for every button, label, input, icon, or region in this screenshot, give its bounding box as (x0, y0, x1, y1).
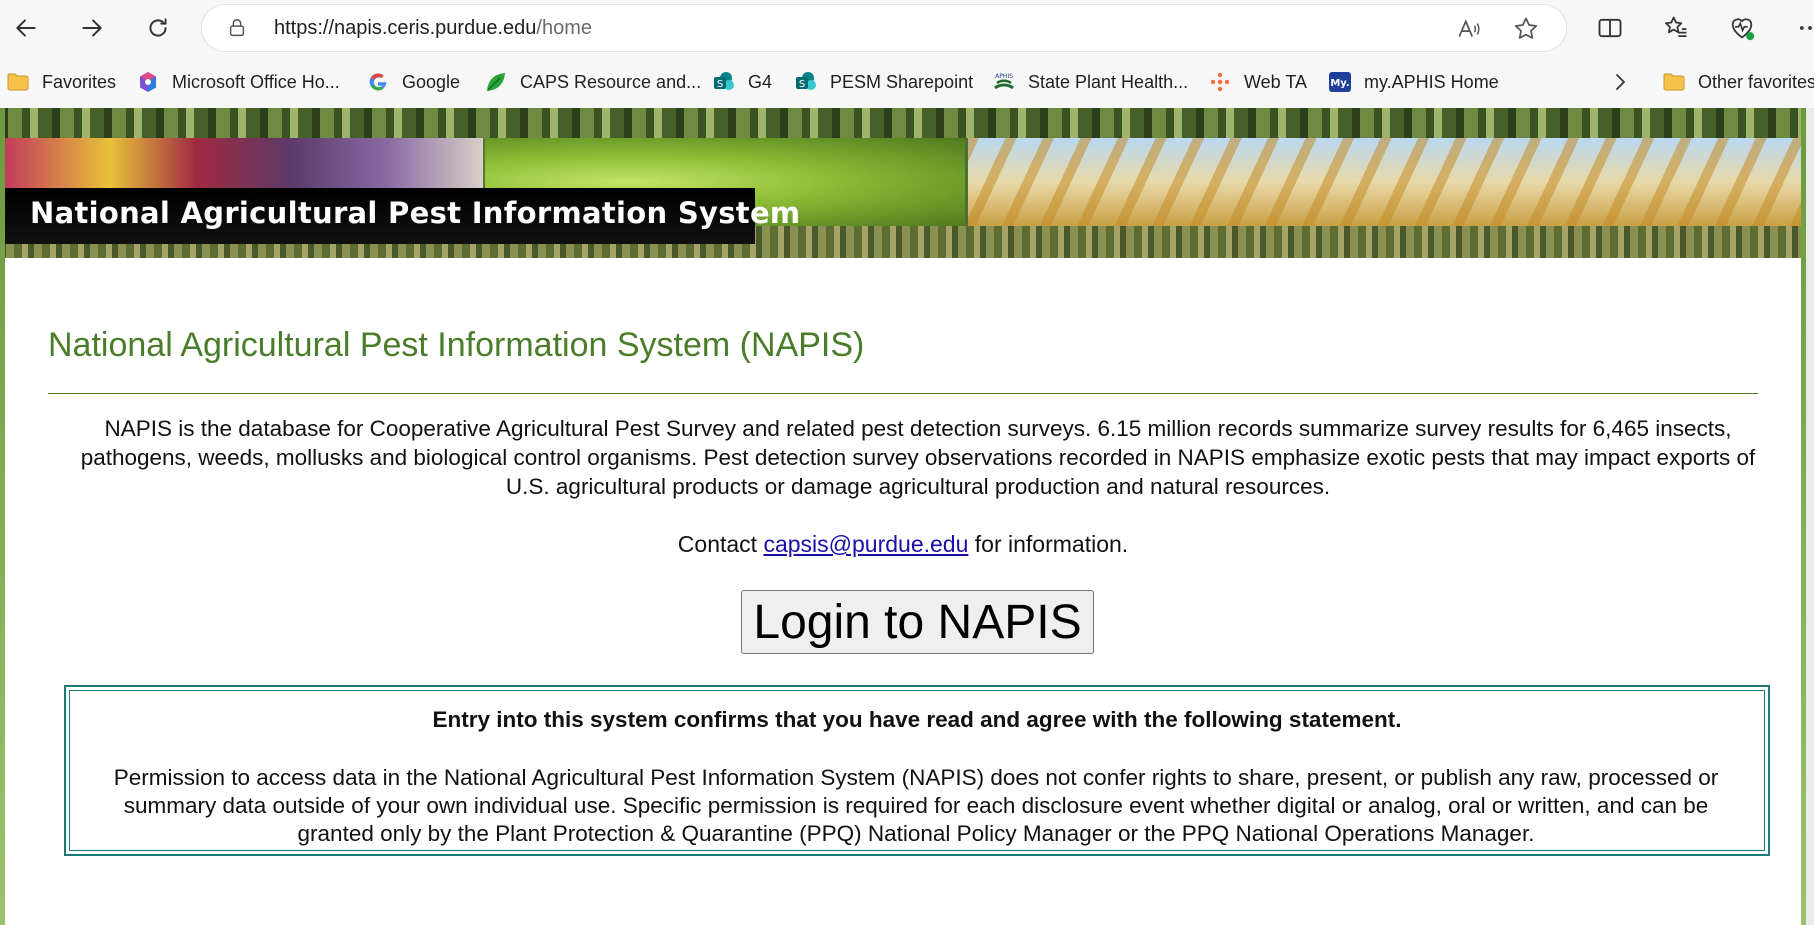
heading-divider (48, 393, 1758, 394)
bookmark-my-aphis[interactable]: My. my.APHIS Home (1328, 68, 1499, 96)
contact-line: Contact capsis@purdue.edu for informatio… (0, 531, 1806, 558)
google-icon (366, 70, 390, 94)
favorite-star-icon[interactable] (1512, 15, 1540, 43)
bookmark-state-plant-health[interactable]: APHIS State Plant Health... (992, 68, 1188, 96)
page-title: National Agricultural Pest Information S… (48, 326, 865, 364)
folder-icon (1662, 70, 1686, 94)
page-content: National Agricultural Pest Information S… (0, 108, 1806, 925)
bookmark-label: State Plant Health... (1028, 71, 1189, 92)
svg-text:S: S (799, 79, 805, 90)
bookmark-google[interactable]: Google (366, 68, 460, 96)
bookmark-favorites[interactable]: Favorites (6, 68, 116, 96)
browser-toolbar: https://napis.ceris.purdue.edu/home (0, 0, 1814, 56)
bookmark-microsoft-office[interactable]: Microsoft Office Ho... (136, 68, 340, 96)
bookmark-label: Other favorites (1698, 71, 1814, 92)
bookmarks-overflow-chevron-icon[interactable] (1608, 68, 1632, 96)
url-text[interactable]: https://napis.ceris.purdue.edu/home (274, 17, 592, 40)
bookmark-caps-resource[interactable]: CAPS Resource and... (484, 68, 701, 96)
banner-wheat-texture (968, 138, 1806, 226)
svg-text:S: S (717, 79, 723, 90)
folder-icon (6, 70, 30, 94)
bookmark-label: PESM Sharepoint (830, 71, 974, 92)
webta-icon (1208, 70, 1232, 94)
banner-title: National Agricultural Pest Information S… (30, 196, 801, 230)
read-aloud-icon[interactable] (1456, 16, 1482, 42)
page-left-border (0, 108, 5, 925)
scrollbar[interactable] (1806, 108, 1814, 925)
sharepoint-icon: S (712, 70, 736, 94)
site-banner: National Agricultural Pest Information S… (0, 108, 1806, 258)
bookmark-label: CAPS Resource and... (520, 71, 702, 92)
disclaimer-heading: Entry into this system confirms that you… (432, 707, 1402, 732)
favorites-bar: Favorites Microsoft Office Ho... Google … (0, 56, 1814, 109)
bookmark-label: Google (402, 71, 461, 92)
bookmark-label: Favorites (42, 71, 117, 92)
url-path: /home (536, 17, 592, 39)
favorites-icon[interactable] (1660, 12, 1692, 44)
office-icon (136, 70, 160, 94)
split-screen-icon[interactable] (1594, 12, 1626, 44)
disclaimer-body: Permission to access data in the Nationa… (113, 765, 1719, 846)
svg-text:APHIS: APHIS (995, 73, 1013, 80)
login-button[interactable]: Login to NAPIS (741, 590, 1094, 654)
address-bar[interactable]: https://napis.ceris.purdue.edu/home (202, 5, 1566, 51)
bookmark-g4[interactable]: S G4 (712, 68, 772, 96)
aphis-icon: APHIS (992, 70, 1016, 94)
banner-forest-image (0, 108, 1806, 138)
url-host: https://napis.ceris.purdue.edu (274, 17, 537, 39)
lock-icon[interactable] (226, 17, 248, 39)
bookmark-label: Web TA (1244, 71, 1308, 92)
bookmark-pesm-sharepoint[interactable]: S PESM Sharepoint (794, 68, 973, 96)
browser-essentials-icon[interactable] (1726, 12, 1758, 44)
svg-text:My.: My. (1330, 78, 1349, 89)
sharepoint-icon: S (794, 70, 818, 94)
contact-email-link[interactable]: capsis@purdue.edu (763, 531, 968, 557)
contact-suffix: for information. (974, 531, 1129, 557)
more-icon[interactable] (1794, 12, 1814, 44)
back-icon[interactable] (6, 8, 46, 48)
disclaimer-box: Entry into this system confirms that you… (64, 685, 1770, 856)
bookmark-other-favorites[interactable]: Other favorites (1662, 68, 1814, 96)
intro-paragraph: NAPIS is the database for Cooperative Ag… (80, 416, 1756, 499)
myaphis-icon: My. (1328, 70, 1352, 94)
refresh-icon[interactable] (138, 8, 178, 48)
leaf-icon (484, 70, 508, 94)
bookmark-label: G4 (748, 71, 773, 92)
bookmark-web-ta[interactable]: Web TA (1208, 68, 1307, 96)
forward-icon[interactable] (72, 8, 112, 48)
bookmark-label: my.APHIS Home (1364, 71, 1499, 92)
contact-prefix: Contact (677, 531, 758, 557)
bookmark-label: Microsoft Office Ho... (172, 71, 340, 92)
